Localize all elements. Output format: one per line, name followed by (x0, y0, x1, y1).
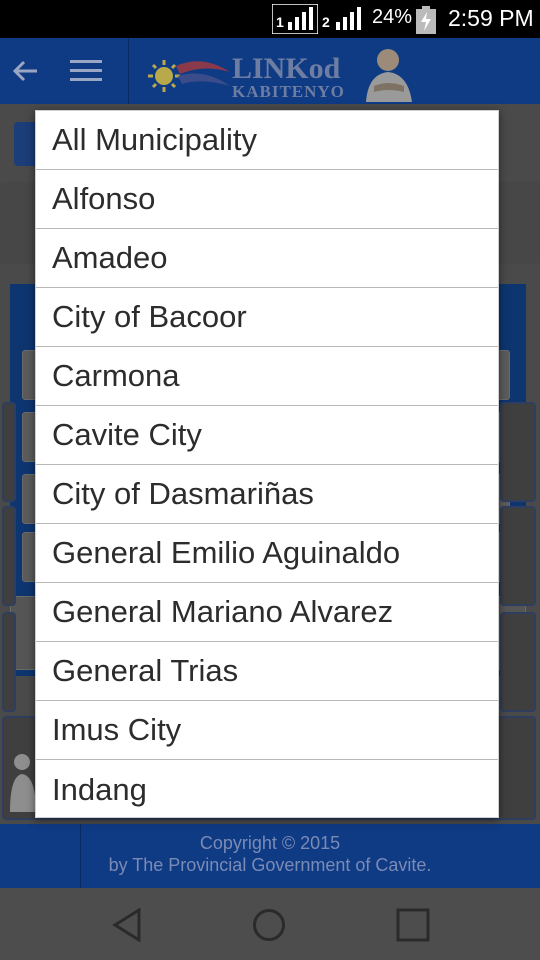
app-bar: LINKod KABITENYO (0, 38, 540, 104)
municipality-option-gen-trias[interactable]: General Trias (36, 642, 498, 701)
municipality-dropdown-list: All Municipality Alfonso Amadeo City of … (35, 110, 499, 818)
status-clock: 2:59 PM (448, 5, 534, 31)
side-tile (500, 402, 536, 502)
system-nav-bar (0, 888, 540, 960)
footer-copyright: Copyright © 2015 (199, 833, 341, 853)
municipality-option-gen-emilio-aguinaldo[interactable]: General Emilio Aguinaldo (36, 524, 498, 583)
municipality-option-gen-mariano-alvarez[interactable]: General Mariano Alvarez (36, 583, 498, 642)
municipality-option-alfonso[interactable]: Alfonso (36, 170, 498, 229)
municipality-option-indang[interactable]: Indang (36, 760, 498, 819)
sim2-label: 2 (322, 14, 330, 30)
municipality-option-dasmarinas[interactable]: City of Dasmariñas (36, 465, 498, 524)
side-tile (2, 506, 16, 606)
sim1-label: 1 (276, 14, 284, 30)
footer-organization: by The Provincial Government of Cavite. (108, 855, 432, 875)
people-icon (10, 754, 36, 812)
side-tile (500, 612, 536, 712)
footer: Copyright © 2015 by The Provincial Gover… (0, 824, 540, 888)
side-tile (500, 506, 536, 606)
battery-percent: 24% (372, 6, 413, 28)
logo-title-kabitenyo: KABITENYO (232, 82, 345, 101)
municipality-option-imus-city[interactable]: Imus City (36, 701, 498, 760)
logo-title-linkod: LINKod (232, 52, 341, 85)
status-bar: 1 2 24% 2:59 PM (0, 0, 540, 38)
back-arrow-icon[interactable] (10, 56, 40, 86)
nav-back-icon[interactable] (112, 908, 142, 942)
municipality-option-amadeo[interactable]: Amadeo (36, 229, 498, 288)
side-tile (2, 612, 16, 712)
nav-recents-icon[interactable] (396, 908, 430, 942)
nav-home-icon[interactable] (252, 908, 286, 942)
municipality-option-carmona[interactable]: Carmona (36, 347, 498, 406)
battery-charging-icon (416, 6, 436, 34)
hamburger-menu-icon[interactable] (70, 58, 102, 84)
app-bar-divider (128, 38, 129, 104)
municipality-option-bacoor[interactable]: City of Bacoor (36, 288, 498, 347)
municipality-option-all[interactable]: All Municipality (36, 111, 498, 170)
footer-divider (80, 824, 81, 888)
side-tile (2, 402, 16, 502)
municipality-option-cavite-city[interactable]: Cavite City (36, 406, 498, 465)
